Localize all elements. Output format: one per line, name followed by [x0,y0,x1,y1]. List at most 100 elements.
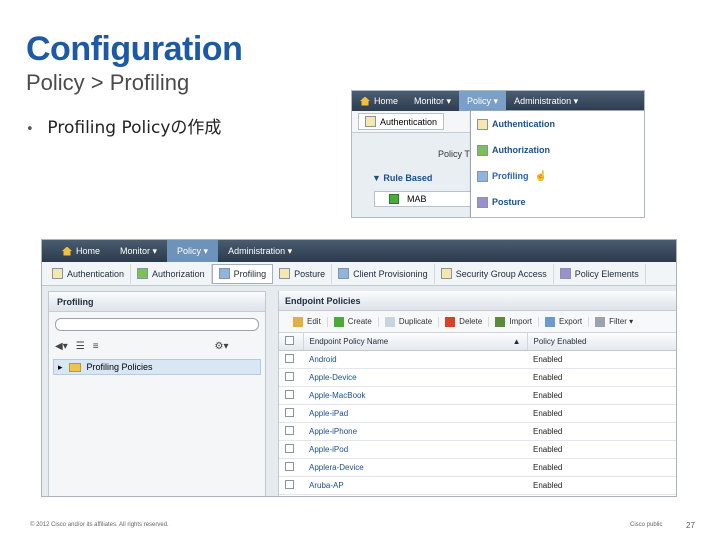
policy-tab-bar: Authentication Authorization Profiling P… [42,262,676,286]
table-row[interactable]: Apple-Device Enabled [279,368,676,387]
menu-item-posture[interactable]: Posture [471,189,644,215]
import-button[interactable]: Import [489,316,539,327]
row-select-cell[interactable] [279,458,303,477]
back-arrow-icon[interactable]: ◀▾ [55,341,68,352]
row-select-cell[interactable] [279,476,303,495]
row-checkbox[interactable] [285,479,294,489]
row-select-cell[interactable] [279,350,303,369]
enabled-check-icon [389,194,399,204]
row-checkbox[interactable] [285,461,294,471]
authorization-icon [477,144,488,156]
posture-icon [477,196,488,208]
table-row[interactable]: Apple-MacBook Enabled [279,386,676,405]
table-row[interactable]: Apple-iPhone Enabled [279,422,676,441]
tab-authentication[interactable]: Authentication [358,113,445,130]
policy-name-link[interactable]: Apple-MacBook [303,386,527,405]
tree-item-profiling-policies[interactable]: ▸ Profiling Policies [53,359,261,375]
policy-name-link[interactable]: Applera-Device [303,458,527,477]
nav-administration[interactable]: Administration ▾ [506,91,586,111]
export-button[interactable]: Export [539,316,590,327]
delete-button[interactable]: Delete [439,316,490,327]
authentication-icon [477,118,488,130]
nav-home[interactable]: Home [52,240,110,262]
create-button[interactable]: Create [328,316,379,327]
filter-dropdown[interactable]: Filter ▾ [589,316,639,327]
nav-monitor[interactable]: Monitor ▾ [406,91,459,111]
row-checkbox[interactable] [285,353,294,363]
tab-security-group-access[interactable]: Security Group Access [435,263,554,284]
row-select-cell[interactable] [279,422,303,441]
tab-authorization[interactable]: Authorization [131,263,212,284]
select-all-checkbox[interactable] [285,335,294,345]
row-checkbox[interactable] [285,371,294,381]
filter-icon [595,316,606,327]
rule-based-toggle[interactable]: ▼ Rule Based [372,173,432,183]
menu-item-authorization[interactable]: Authorization [471,137,644,163]
rule-row[interactable]: MAB [374,191,474,207]
table-row[interactable]: Apple-iPad Enabled [279,404,676,423]
tab-client-provisioning[interactable]: Client Provisioning [332,263,435,284]
policy-menu-screenshot: Home Monitor ▾ Policy ▾ Administration ▾… [351,90,645,218]
policy-name-link[interactable]: Aruba-AP [303,476,527,495]
row-select-cell[interactable] [279,386,303,405]
posture-icon [279,268,291,279]
policy-enabled-value: Enabled [527,440,676,459]
endpoint-policies-table: Endpoint Policy Name ▲ Policy Enabled And… [279,333,676,495]
footer-classification: Cisco public [630,522,663,528]
policy-elements-icon [559,268,571,279]
policy-name-link[interactable]: Apple-Device [303,368,527,387]
row-select-cell[interactable] [279,404,303,423]
nav-administration[interactable]: Administration ▾ [218,240,302,262]
gear-icon[interactable]: ⚙▾ [215,341,229,352]
nav-home[interactable]: Home [352,91,406,111]
pencil-icon [293,316,303,327]
table-row[interactable]: Android Enabled [279,350,676,369]
menu-item-profiling[interactable]: Profiling ☝ [471,163,644,189]
policy-name-link[interactable]: Android [303,350,527,369]
tab-profiling[interactable]: Profiling [211,263,274,284]
expand-arrow-icon[interactable]: ▸ [58,362,63,373]
table-row[interactable]: Aruba-AP Enabled [279,476,676,495]
policy-name-link[interactable]: Apple-iPhone [303,422,527,441]
policy-enabled-value: Enabled [527,476,676,495]
security-group-icon [440,268,452,279]
column-header-enabled[interactable]: Policy Enabled [527,333,676,351]
import-icon [495,316,506,327]
nav-policy[interactable]: Policy ▾ [167,240,219,262]
tree-view-icon[interactable]: ≡ [93,341,99,352]
plus-icon [333,316,344,327]
policy-name-link[interactable]: Apple-iPod [303,440,527,459]
tab-posture[interactable]: Posture [273,263,333,284]
select-all-header[interactable] [279,333,304,351]
menu-item-authentication[interactable]: Authentication [471,111,644,137]
edit-button[interactable]: Edit [287,316,328,327]
column-header-name[interactable]: Endpoint Policy Name ▲ [303,333,528,351]
row-checkbox[interactable] [285,443,294,453]
table-row[interactable]: Applera-Device Enabled [279,458,676,477]
sidebar-search-input[interactable] [55,318,259,331]
row-select-cell[interactable] [279,440,303,459]
delete-x-icon [445,316,456,327]
top-nav-bar: Home Monitor ▾ Policy ▾ Administration ▾ [42,240,676,262]
tab-policy-elements[interactable]: Policy Elements [554,263,646,284]
client-provisioning-icon [338,268,350,279]
row-select-cell[interactable] [279,368,303,387]
tab-authentication[interactable]: Authentication [46,263,132,284]
nav-policy[interactable]: Policy ▾ [459,91,507,111]
profiling-sidebar: Profiling ◀▾ ☰ ≡ ⚙▾ ▸ Profiling Policies [48,291,266,496]
sidebar-header: Profiling [49,292,265,312]
row-checkbox[interactable] [285,425,294,435]
policy-name-link[interactable]: Apple-iPad [303,404,527,423]
sort-asc-icon[interactable]: ▲ [513,337,521,346]
nav-monitor[interactable]: Monitor ▾ [110,240,167,262]
row-checkbox[interactable] [285,407,294,417]
table-row[interactable]: Apple-iPod Enabled [279,440,676,459]
bullet-item: • Profiling Policyの作成 [26,113,221,138]
list-view-icon[interactable]: ☰ [76,341,85,352]
slide-title: Configuration [26,30,243,68]
row-checkbox[interactable] [285,389,294,399]
footer-copyright: © 2012 Cisco and/or its affiliates. All … [30,522,169,528]
profiling-icon [477,170,488,182]
policy-enabled-value: Enabled [527,350,676,369]
duplicate-button[interactable]: Duplicate [379,316,440,327]
